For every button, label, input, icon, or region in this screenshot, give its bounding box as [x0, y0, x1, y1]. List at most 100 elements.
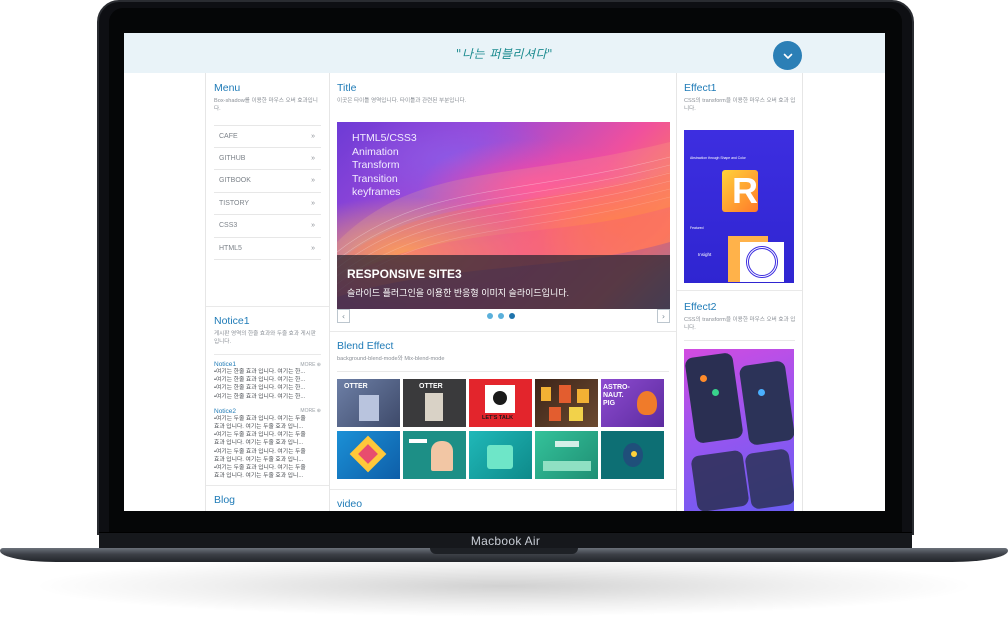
effect1-image-art: [746, 246, 778, 278]
effect2-image-art: [758, 389, 765, 396]
notice-line[interactable]: •여기는 두줄 효과 입니다. 여기는 두줄: [214, 415, 321, 423]
blend-divider: [337, 371, 669, 372]
notice2-tab[interactable]: Notice2: [214, 408, 236, 415]
slider-caption-title: RESPONSIVE SITE3: [347, 267, 462, 281]
notice1-more-button[interactable]: MORE ⊕: [300, 362, 321, 368]
notice-line[interactable]: •여기는 두줄 효과 입니다. 여기는 두줄: [214, 448, 321, 456]
notice2-more-button[interactable]: MORE ⊕: [300, 408, 321, 414]
menu-item-label: GITHUB: [219, 154, 246, 162]
blend-thumbnail-grid: OTTER OTTER LET'S TALK ASTRO-NAUT. PIG: [337, 379, 668, 479]
image-slider[interactable]: HTML5/CSS3 Animation Transform Transitio…: [337, 122, 670, 309]
menu-item-html5[interactable]: HTML5 »: [214, 238, 321, 260]
effect2-divider: [684, 340, 795, 341]
notice1-header: Notice1 MORE ⊕: [214, 361, 321, 368]
chevron-right-icon: »: [311, 199, 315, 207]
top-header: "나는 퍼블리셔다": [124, 33, 885, 73]
blend-thumb[interactable]: OTTER: [337, 379, 400, 427]
effect2-image[interactable]: [684, 349, 794, 511]
menu-item-label: CSS3: [219, 222, 238, 230]
blend-thumb[interactable]: [601, 431, 664, 479]
notice-line[interactable]: •여기는 두줄 효과 입니다. 여기는 두줄: [214, 464, 321, 472]
blend-thumb[interactable]: LET'S TALK: [469, 379, 532, 427]
menu-item-github[interactable]: GITHUB »: [214, 148, 321, 170]
notice2-block: Notice2 MORE ⊕ •여기는 두줄 효과 입니다. 여기는 두줄 효과…: [214, 408, 321, 481]
chevron-right-icon: »: [311, 132, 315, 140]
notice-section: Notice1 게시판 영역의 한줄 효과와 두줄 효과 게시판 입니다. No…: [214, 315, 321, 480]
menu-item-label: TISTORY: [219, 199, 250, 207]
macbook-mockup: "나는 퍼블리셔다" Menu Box-shadow를 이용한 마우스 오버 효…: [0, 0, 1008, 623]
effect2-image-art: [712, 389, 719, 396]
thumb-text: ASTRO-NAUT. PIG: [603, 384, 630, 407]
section-divider: [330, 331, 676, 332]
slider-dot-active[interactable]: [509, 313, 515, 319]
slider-keywords: HTML5/CSS3 Animation Transform Transitio…: [352, 132, 417, 200]
effect2-image-art: [690, 449, 750, 511]
effect2-image-art: [738, 360, 794, 446]
blend-title: Blend Effect: [337, 340, 394, 352]
video-section-header: video: [337, 498, 362, 510]
menu-item-gitbook[interactable]: GITBOOK »: [214, 170, 321, 193]
menu-item-label: HTML5: [219, 244, 242, 252]
effect1-image-text: Abstraction through Shape and Color: [690, 156, 746, 160]
main-column: Title 이곳은 타이틀 영역입니다. 타이틀과 관련된 부분입니다. HTM…: [330, 73, 677, 511]
blend-thumb[interactable]: [403, 431, 466, 479]
blend-section-header: Blend Effect background-blend-mode와 Mix-…: [337, 340, 444, 363]
blend-thumb[interactable]: [337, 431, 400, 479]
blend-thumb[interactable]: OTTER: [403, 379, 466, 427]
section-divider: [330, 489, 676, 490]
chevron-right-icon: »: [311, 154, 315, 162]
slider-keyword: Animation: [352, 145, 399, 158]
slider-dot[interactable]: [487, 313, 493, 319]
effect2-image-art: [684, 352, 744, 444]
blend-thumb[interactable]: [535, 379, 598, 427]
menu-section: Menu Box-shadow를 이용한 마우스 오버 효과입니다. CAFE »…: [214, 82, 321, 260]
website-screen: "나는 퍼블리셔다" Menu Box-shadow를 이용한 마우스 오버 효…: [124, 33, 885, 511]
thumb-text: OTTER: [344, 383, 368, 390]
slider-dot[interactable]: [498, 313, 504, 319]
notice-line[interactable]: 효과 입니다. 여기는 두줄 효과 입니...: [214, 472, 321, 480]
notice-title: Notice1: [214, 315, 250, 327]
notice-divider: [214, 354, 321, 355]
thumb-text: OTTER: [419, 383, 443, 390]
notice2-header: Notice2 MORE ⊕: [214, 408, 321, 415]
menu-list: CAFE » GITHUB » GITBOOK » TISTORY » CSS3 » HT…: [214, 125, 321, 260]
slider-keyword: Transition: [352, 172, 398, 185]
notice-desc: 게시판 영역의 한줄 효과와 두줄 효과 게시판 입니다.: [214, 331, 316, 345]
blend-thumb[interactable]: ASTRO-NAUT. PIG: [601, 379, 664, 427]
notice-line[interactable]: 효과 입니다. 여기는 두줄 효과 입니...: [214, 439, 321, 447]
menu-item-label: GITBOOK: [219, 177, 251, 185]
effect1-image-text: Insight: [698, 252, 712, 257]
notice-line[interactable]: 효과 입니다. 여기는 두줄 효과 입니...: [214, 456, 321, 464]
blog-title: Blog: [214, 494, 236, 506]
menu-item-cafe[interactable]: CAFE »: [214, 125, 321, 148]
slider-next-button[interactable]: ›: [657, 309, 670, 323]
laptop-base-notch: [430, 548, 578, 554]
header-toggle-button[interactable]: [773, 41, 802, 70]
effect1-image[interactable]: Abstraction through Shape and Color R Fe…: [684, 130, 794, 283]
chevron-right-icon: »: [311, 222, 315, 230]
video-title: video: [337, 498, 363, 510]
thumb-text: LET'S TALK: [482, 415, 514, 421]
notice-line[interactable]: •여기는 한줄 효과 입니다. 여기는 한...: [214, 393, 321, 401]
slider-prev-button[interactable]: ‹: [337, 309, 350, 323]
notice-line[interactable]: 효과 입니다. 여기는 두줄 효과 입니...: [214, 423, 321, 431]
menu-item-tistory[interactable]: TISTORY »: [214, 193, 321, 215]
menu-desc: Box-shadow를 이용한 마우스 오버 효과입니다.: [214, 98, 318, 112]
effect1-desc: CSS의 transform을 이용한 마우스 오버 효과 입니다.: [684, 98, 796, 112]
notice1-block: Notice1 MORE ⊕ •여기는 한줄 효과 입니다. 여기는 한... …: [214, 361, 321, 401]
blend-thumb[interactable]: [469, 431, 532, 479]
notice1-tab[interactable]: Notice1: [214, 361, 236, 368]
notice-line[interactable]: •여기는 한줄 효과 입니다. 여기는 한...: [214, 368, 321, 376]
effect2-header: Effect2 CSS의 transform을 이용한 마우스 오버 효과 입니…: [684, 301, 796, 332]
notice-line[interactable]: •여기는 한줄 효과 입니다. 여기는 한...: [214, 376, 321, 384]
effect2-title: Effect2: [684, 301, 717, 313]
menu-item-css3[interactable]: CSS3 »: [214, 215, 321, 238]
notice-line[interactable]: •여기는 한줄 효과 입니다. 여기는 한...: [214, 384, 321, 392]
effect1-image-letter: R: [732, 170, 758, 211]
blend-thumb[interactable]: [535, 431, 598, 479]
effect2-image-art: [744, 448, 794, 510]
section-divider: [206, 485, 329, 486]
notice-line[interactable]: •여기는 두줄 효과 입니다. 여기는 두줄: [214, 431, 321, 439]
chevron-right-icon: ›: [661, 311, 666, 321]
slider-pagination: [487, 313, 515, 319]
